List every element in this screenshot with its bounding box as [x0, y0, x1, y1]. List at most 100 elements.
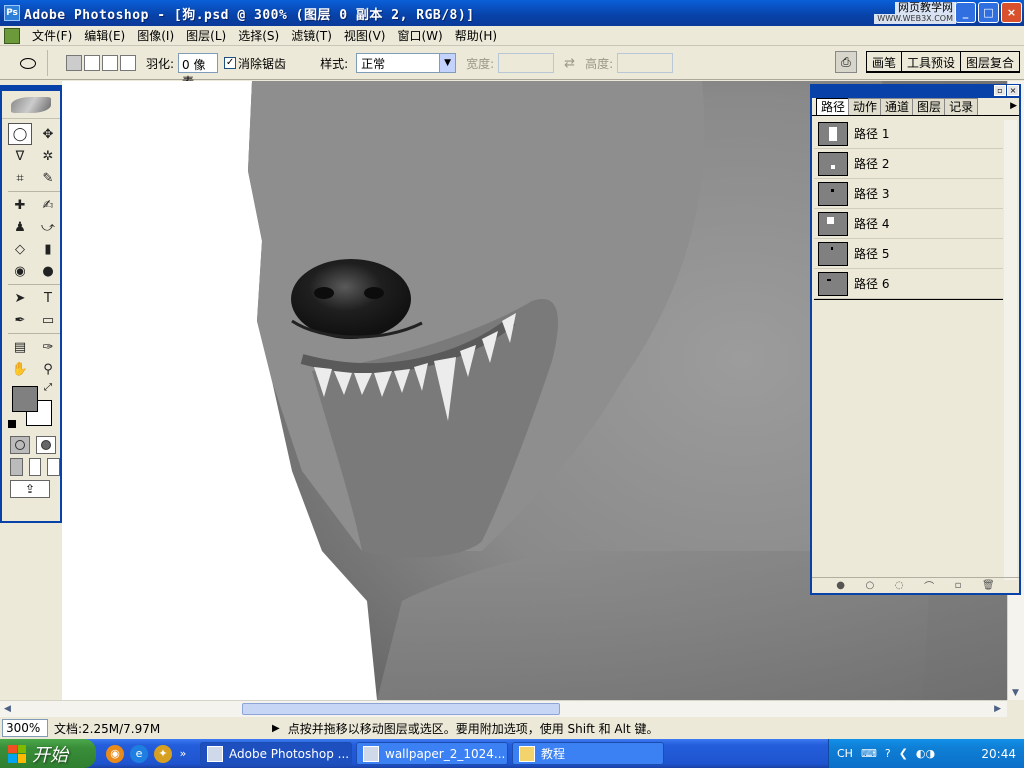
stroke-path-icon[interactable]: ○: [866, 580, 875, 591]
jump-to-imageready-icon[interactable]: ⇪: [10, 480, 50, 498]
input-language-indicator[interactable]: CH: [837, 747, 853, 760]
media-player-icon[interactable]: ◉: [106, 744, 124, 763]
tab-layers[interactable]: 图层: [912, 98, 947, 115]
zoom-tool-icon[interactable]: ⚲: [36, 358, 60, 380]
load-selection-icon[interactable]: ◌: [895, 580, 904, 591]
start-button[interactable]: 开始: [0, 739, 96, 768]
height-input[interactable]: [617, 53, 674, 73]
full-screen-mode-button[interactable]: [47, 458, 61, 476]
scroll-right-arrow-icon[interactable]: ▶: [994, 704, 1001, 714]
quick-launch-more-icon[interactable]: »: [178, 745, 188, 763]
fill-path-icon[interactable]: ●: [836, 580, 845, 591]
tab-history[interactable]: 记录: [944, 98, 979, 115]
menu-view[interactable]: 视图(V): [338, 27, 392, 44]
standard-screen-mode-button[interactable]: [10, 458, 23, 476]
move-tool-icon[interactable]: ✥: [36, 123, 60, 145]
subtract-selection-button[interactable]: [102, 55, 118, 71]
keyboard-icon[interactable]: ⌨: [861, 747, 877, 760]
canvas-horizontal-scrollbar[interactable]: ◀ ▶: [0, 700, 1007, 717]
menu-file[interactable]: 文件(F): [26, 27, 78, 44]
photoshop-feather-logo[interactable]: [2, 91, 60, 119]
horizontal-scroll-thumb[interactable]: [242, 703, 560, 715]
path-selection-tool-icon[interactable]: ➤: [8, 287, 32, 309]
path-row[interactable]: 路径 5: [814, 239, 1003, 269]
ie-browser-icon[interactable]: e: [130, 744, 148, 763]
well-tab-tool-presets[interactable]: 工具预设: [900, 51, 961, 73]
menu-layer[interactable]: 图层(L): [180, 27, 232, 44]
chevron-down-icon[interactable]: ▼: [439, 54, 456, 72]
tray-expand-icon[interactable]: ❮: [899, 747, 908, 760]
path-row[interactable]: 路径 4: [814, 209, 1003, 239]
make-work-path-icon[interactable]: ⌒: [924, 578, 934, 593]
menu-edit[interactable]: 编辑(E): [78, 27, 131, 44]
palette-close-icon[interactable]: ×: [1007, 85, 1019, 96]
new-path-icon[interactable]: ▫: [955, 580, 962, 591]
photoshop-app-icon[interactable]: Ps: [4, 5, 20, 21]
status-menu-arrow-icon[interactable]: ▶: [272, 723, 280, 734]
delete-path-icon[interactable]: 🗑: [982, 580, 995, 591]
tab-paths[interactable]: 路径: [816, 98, 851, 115]
app-quicklaunch-icon[interactable]: ✦: [154, 744, 172, 763]
tab-actions[interactable]: 动作: [848, 98, 883, 115]
scroll-left-arrow-icon[interactable]: ◀: [4, 704, 11, 714]
taskbar-button-tutorial-folder[interactable]: 教程: [512, 742, 664, 765]
eyedropper-tool-icon[interactable]: ✑: [36, 336, 60, 358]
history-brush-tool-icon[interactable]: ⤻: [36, 216, 60, 238]
path-row[interactable]: 路径 2: [814, 149, 1003, 179]
hand-tool-icon[interactable]: ✋: [8, 358, 32, 380]
full-screen-menu-mode-button[interactable]: [28, 458, 42, 476]
zoom-level-input[interactable]: 300%: [2, 719, 48, 737]
notes-tool-icon[interactable]: ▤: [8, 336, 32, 358]
path-row[interactable]: 路径 1: [814, 119, 1003, 149]
width-input[interactable]: [498, 53, 555, 73]
magic-wand-tool-icon[interactable]: ✲: [36, 145, 60, 167]
quick-mask-mode-button[interactable]: [36, 436, 56, 454]
close-button[interactable]: ×: [1001, 2, 1022, 23]
well-tab-layer-comps[interactable]: 图层复合: [959, 51, 1020, 73]
minimize-button[interactable]: _: [955, 2, 976, 23]
well-tab-brushes[interactable]: 画笔: [865, 51, 902, 73]
menu-filter[interactable]: 滤镜(T): [285, 27, 338, 44]
document-icon[interactable]: [4, 27, 20, 44]
scroll-down-arrow-icon[interactable]: ▼: [1012, 688, 1019, 698]
file-browser-icon[interactable]: ⎙: [834, 51, 857, 73]
crop-tool-icon[interactable]: ⌗: [8, 167, 32, 189]
tab-channels[interactable]: 通道: [880, 98, 915, 115]
brush-tool-icon[interactable]: ✍: [36, 194, 60, 216]
swap-dimensions-icon[interactable]: ⇄: [564, 56, 575, 71]
blur-tool-icon[interactable]: ◉: [8, 260, 32, 282]
lasso-tool-icon[interactable]: ᐁ: [8, 145, 32, 167]
maximize-button[interactable]: □: [978, 2, 999, 23]
clone-stamp-tool-icon[interactable]: ♟: [8, 216, 32, 238]
new-selection-button[interactable]: [66, 55, 82, 71]
standard-mode-button[interactable]: [10, 436, 30, 454]
slice-tool-icon[interactable]: ✎: [36, 167, 60, 189]
elliptical-marquee-tool-icon[interactable]: ◯: [8, 123, 32, 145]
messenger-icon[interactable]: ◐◑: [916, 747, 935, 760]
menu-image[interactable]: 图像(I): [131, 27, 180, 44]
feather-input[interactable]: 0 像素: [178, 53, 219, 89]
palette-menu-arrow-icon[interactable]: ▶: [1010, 98, 1017, 115]
default-colors-icon[interactable]: [8, 420, 16, 428]
swap-colors-icon[interactable]: ⤢: [44, 382, 52, 393]
type-tool-icon[interactable]: T: [36, 287, 60, 309]
palette-scrollbar[interactable]: [1004, 120, 1017, 580]
add-selection-button[interactable]: [84, 55, 100, 71]
healing-brush-tool-icon[interactable]: ✚: [8, 194, 32, 216]
taskbar-button-photoshop[interactable]: Adobe Photoshop ...: [200, 742, 352, 765]
tool-preset-picker[interactable]: [8, 50, 48, 76]
menu-select[interactable]: 选择(S): [232, 27, 285, 44]
foreground-color-swatch[interactable]: [12, 386, 38, 412]
antialias-checkbox[interactable]: ✓: [224, 57, 237, 69]
dodge-tool-icon[interactable]: ●: [36, 260, 60, 282]
path-row[interactable]: 路径 3: [814, 179, 1003, 209]
eraser-tool-icon[interactable]: ◇: [8, 238, 32, 260]
gradient-tool-icon[interactable]: ▮: [36, 238, 60, 260]
document-size-info[interactable]: 文档:2.25M/7.97M: [54, 720, 264, 737]
help-icon[interactable]: ?: [885, 747, 891, 760]
path-row[interactable]: 路径 6: [814, 269, 1003, 299]
palette-minimize-icon[interactable]: ▫: [994, 85, 1006, 96]
pen-tool-icon[interactable]: ✒: [8, 309, 32, 331]
taskbar-button-wallpaper[interactable]: wallpaper_2_1024...: [356, 742, 508, 765]
style-select[interactable]: 正常 ▼: [356, 53, 457, 73]
